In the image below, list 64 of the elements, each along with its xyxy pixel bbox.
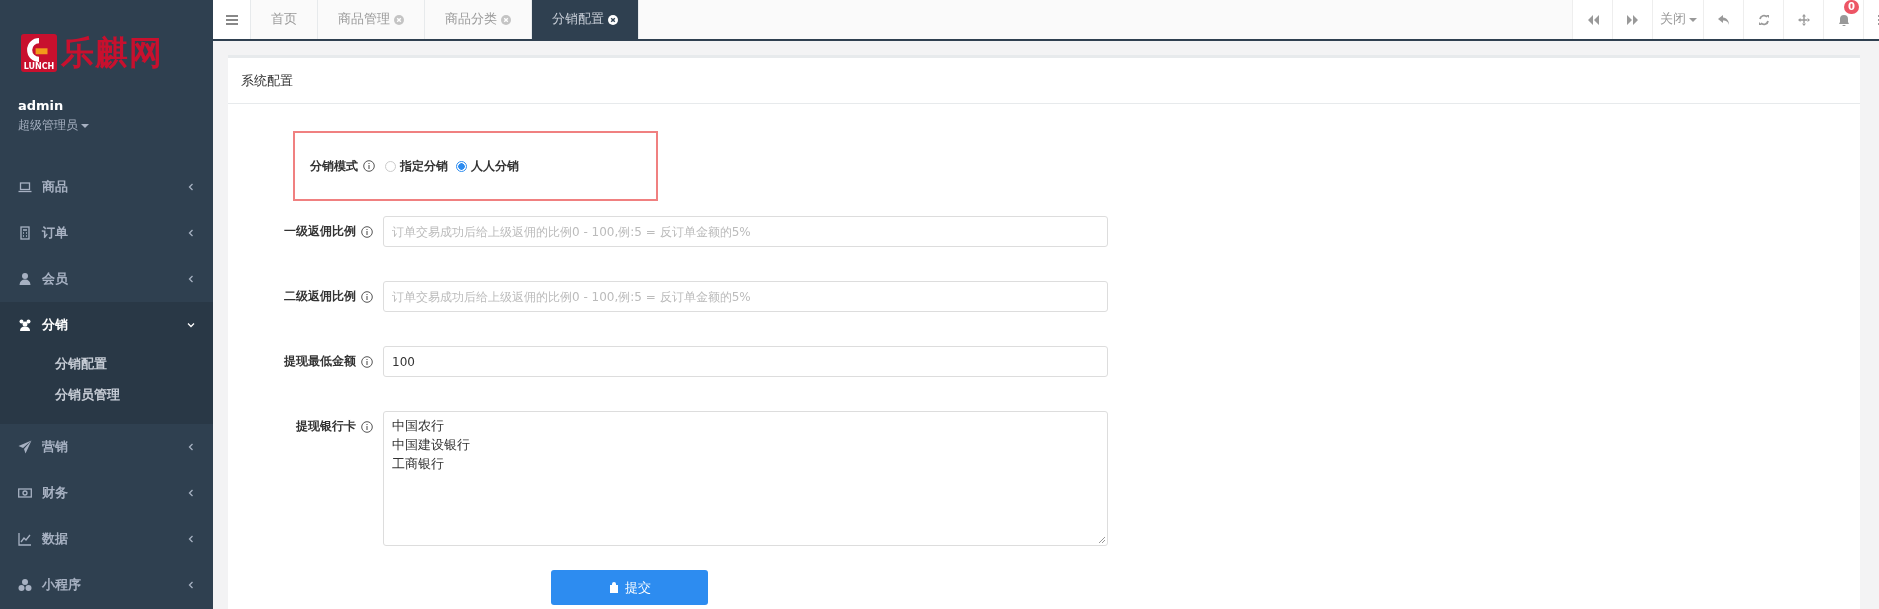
sidebar-menu-item[interactable]: 订单 bbox=[0, 210, 213, 256]
notification-badge: 0 bbox=[1844, 0, 1859, 14]
refresh-icon bbox=[1757, 13, 1770, 26]
textarea-line: 中国农行 bbox=[392, 417, 444, 435]
field-label: 分销模式 bbox=[310, 157, 358, 175]
sidebar-menu-item[interactable]: 分销 bbox=[0, 302, 213, 348]
resize-grip-icon bbox=[1098, 536, 1106, 544]
info-icon bbox=[361, 420, 373, 433]
page-tab[interactable]: 商品管理 bbox=[318, 0, 425, 39]
users-icon bbox=[18, 318, 32, 332]
info-icon bbox=[361, 290, 373, 303]
field-label: 提现最低金额 bbox=[284, 353, 356, 370]
radio-option[interactable]: 人人分销 bbox=[456, 157, 519, 175]
double-right-icon bbox=[1626, 14, 1639, 25]
reply-arrow-icon bbox=[1717, 13, 1730, 26]
sidebar-menu-item[interactable]: 数据 bbox=[0, 516, 213, 562]
field-label: 一级返佣比例 bbox=[284, 223, 356, 240]
chevron-left-icon bbox=[187, 275, 195, 283]
user-role-dropdown[interactable]: 超级管理员 bbox=[18, 117, 89, 134]
chevron-left-icon bbox=[187, 443, 195, 451]
radio-option[interactable]: 指定分销 bbox=[385, 157, 448, 175]
textarea-line: 中国建设银行 bbox=[392, 436, 470, 454]
line-chart-icon bbox=[18, 532, 32, 546]
sidebar-submenu-item[interactable]: 分销配置 bbox=[0, 348, 213, 379]
page-tab[interactable]: 首页 bbox=[251, 0, 318, 39]
logo-icon: LUNCH bbox=[21, 34, 57, 72]
input-field[interactable]: 100 bbox=[383, 346, 1108, 377]
chevron-left-icon bbox=[187, 535, 195, 543]
paper-plane-icon bbox=[18, 440, 32, 454]
info-icon bbox=[361, 355, 373, 368]
info-icon bbox=[363, 160, 375, 172]
field-label: 提现银行卡 bbox=[296, 418, 356, 435]
menu-toggle-button[interactable] bbox=[213, 0, 251, 39]
sidebar-menu-item[interactable]: 财务 bbox=[0, 470, 213, 516]
menu-icon bbox=[225, 14, 238, 25]
banknote-icon bbox=[18, 486, 32, 500]
sidebar-menu-item[interactable]: 营销 bbox=[0, 424, 213, 470]
panel-title: 系统配置 bbox=[228, 58, 1860, 104]
sidebar-menu-item[interactable]: 商品 bbox=[0, 164, 213, 210]
chevron-left-icon bbox=[187, 581, 195, 589]
calculator-icon bbox=[18, 226, 32, 240]
chevron-left-icon bbox=[187, 489, 195, 497]
bell-icon bbox=[1837, 13, 1850, 26]
sidebar-menu-item[interactable]: 会员 bbox=[0, 256, 213, 302]
user-icon bbox=[18, 272, 32, 286]
textarea-field[interactable]: 中国农行 中国建设银行 工商银行 bbox=[383, 411, 1108, 546]
submit-button[interactable]: 提交 bbox=[551, 570, 708, 605]
cubes-icon bbox=[18, 578, 32, 592]
chevron-left-icon bbox=[187, 229, 195, 237]
sidebar-menu-item[interactable]: 小程序 bbox=[0, 562, 213, 608]
textarea-line: 工商银行 bbox=[392, 455, 444, 473]
double-left-icon bbox=[1586, 14, 1599, 25]
laptop-icon bbox=[18, 180, 32, 194]
field-label: 二级返佣比例 bbox=[284, 288, 356, 305]
logo-text: 乐麒网 bbox=[61, 34, 163, 72]
close-icon[interactable] bbox=[608, 14, 618, 25]
bag-icon bbox=[608, 582, 619, 593]
info-icon bbox=[361, 225, 373, 238]
move-arrows-icon bbox=[1797, 13, 1810, 26]
chevron-left-icon bbox=[187, 183, 195, 191]
user-name: admin bbox=[18, 98, 65, 113]
page-tab[interactable]: 分销配置 bbox=[532, 0, 639, 39]
sidebar-submenu-item[interactable]: 分销员管理 bbox=[0, 379, 213, 410]
chevron-down-icon bbox=[187, 321, 195, 329]
